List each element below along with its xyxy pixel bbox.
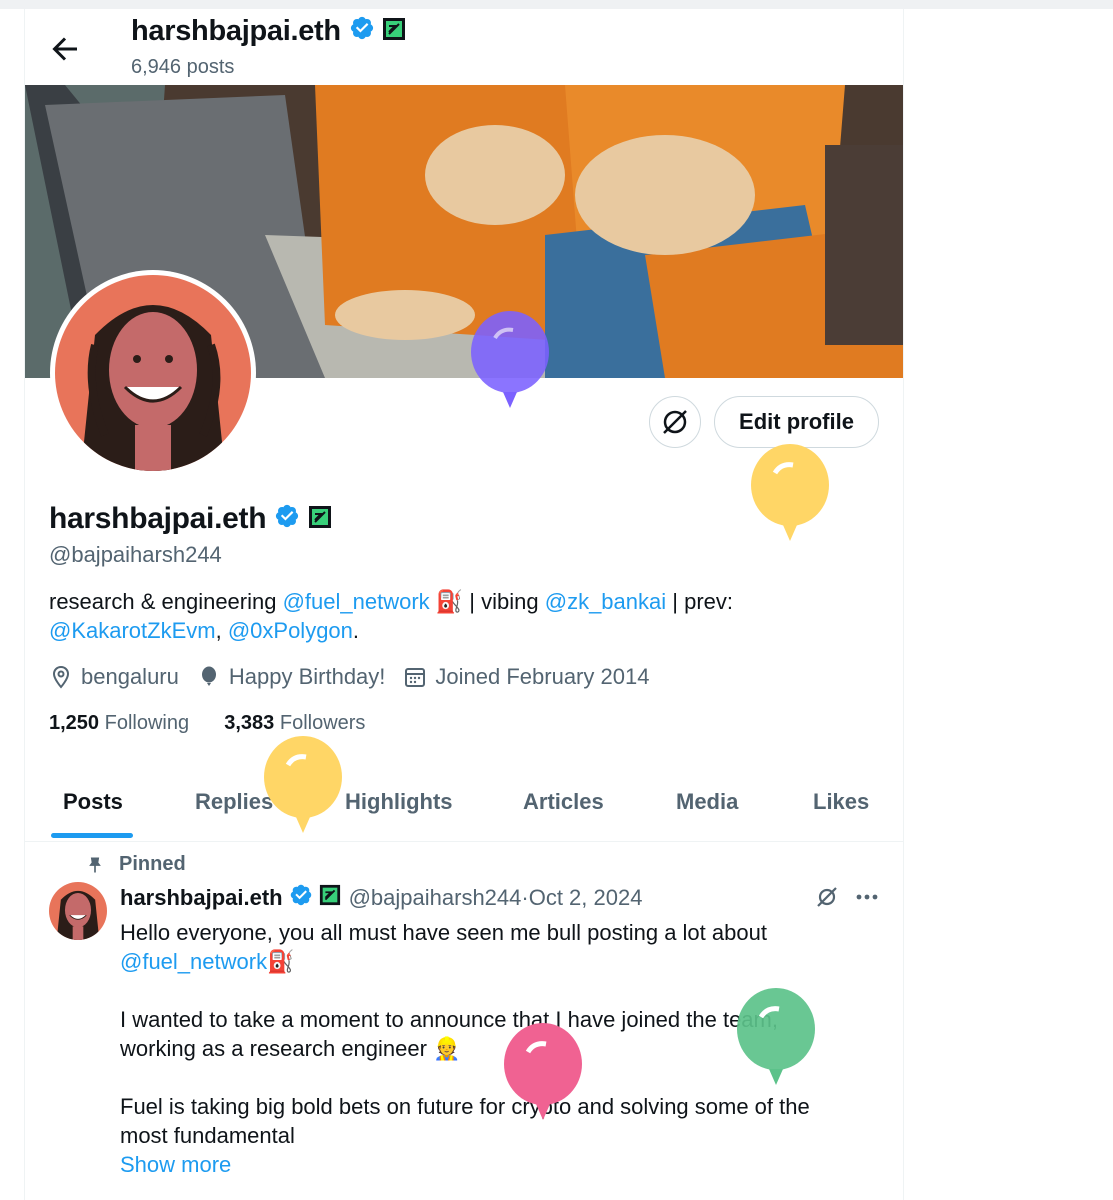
profile-avatar-frame[interactable] [50, 270, 256, 476]
bio-mention-fuel-network[interactable]: @fuel_network [283, 589, 430, 614]
tweet-author-handle[interactable]: @bajpaiharsh244 [349, 885, 522, 911]
affiliate-badge-icon [382, 16, 406, 49]
header-title: harshbajpai.eth [131, 15, 406, 49]
profile-name-row: harshbajpai.eth [49, 502, 332, 537]
profile-header: harshbajpai.eth 6,946 posts [25, 9, 903, 85]
active-tab-indicator [51, 833, 133, 838]
balloon-icon [201, 666, 216, 686]
bio-text: , [215, 618, 228, 643]
calendar-icon [405, 668, 426, 687]
verified-badge-icon[interactable] [274, 503, 300, 537]
profile-bio: research & engineering @fuel_network ⛽ |… [49, 587, 869, 645]
profile-handle: @bajpaiharsh244 [49, 542, 222, 567]
bio-text: | vibing [463, 589, 545, 614]
header-name: harshbajpai.eth [131, 15, 341, 47]
tweet-text: I wanted to take a moment to announce th… [120, 1007, 778, 1032]
tweet-actions-top [813, 883, 881, 911]
bio-text: . [352, 618, 360, 643]
tweet-text: most fundamental [120, 1123, 295, 1148]
edit-profile-button[interactable]: Edit profile [714, 396, 879, 448]
joined-text: Joined February 2014 [435, 664, 650, 689]
tab-media[interactable]: Media [676, 789, 738, 815]
construction-worker-emoji: 👷 [426, 1036, 461, 1061]
followers-count: 3,383 [224, 712, 275, 734]
tweet-date[interactable]: Oct 2, 2024 [529, 885, 643, 911]
birthday-item: Happy Birthday! [197, 664, 386, 690]
tweet-text: Fuel is taking big bold bets on future f… [120, 1094, 810, 1119]
tab-highlights[interactable]: Highlights [345, 789, 453, 815]
location-item: bengaluru [49, 664, 179, 690]
location-icon [52, 665, 70, 689]
tweet-text: working as a research engineer [120, 1036, 427, 1061]
bio-mention-kakarot[interactable]: @KakarotZkEvm [49, 618, 216, 643]
following-label: Following [104, 712, 190, 734]
grok-icon [663, 410, 687, 434]
bio-mention-zk-bankai[interactable]: @zk_bankai [545, 589, 666, 614]
followers-label: Followers [279, 712, 366, 734]
joined-item: Joined February 2014 [403, 664, 649, 690]
balloon-icon[interactable] [502, 1022, 584, 1124]
balloon-icon[interactable] [469, 310, 551, 412]
affiliate-badge-icon [319, 884, 341, 912]
grok-icon[interactable] [813, 883, 841, 911]
following-link[interactable]: 1,250 Following [49, 712, 189, 734]
tweet-header: harshbajpai.eth @bajpaiharsh244 · Oct 2,… [120, 883, 642, 913]
profile-meta: bengaluru Happy Birthday! Joined Februar… [49, 664, 667, 690]
tweet-date-separator: · [521, 885, 529, 910]
more-icon[interactable] [853, 883, 881, 911]
bio-mention-polygon[interactable]: @0xPolygon [228, 618, 353, 643]
fuel-pump-emoji: ⛽ [429, 589, 464, 614]
window-top-strip [0, 0, 1113, 9]
location-text: bengaluru [81, 664, 179, 689]
grok-analyze-button[interactable] [649, 396, 701, 448]
pin-icon [89, 857, 101, 872]
verified-badge-icon [289, 883, 313, 913]
balloon-icon[interactable] [262, 735, 344, 837]
balloon-icon[interactable] [749, 443, 831, 545]
profile-stats: 1,250 Following 3,383 Followers [49, 712, 365, 735]
bio-text: | prev: [666, 589, 733, 614]
back-arrow-icon[interactable] [47, 31, 83, 67]
pinned-indicator: Pinned [85, 853, 186, 876]
bio-text: research & engineering [49, 589, 283, 614]
posts-count: 6,946 posts [131, 56, 235, 78]
tweet-author-name[interactable]: harshbajpai.eth [120, 885, 283, 911]
tab-posts[interactable]: Posts [63, 789, 123, 815]
verified-badge-icon [349, 15, 375, 49]
profile-avatar [55, 275, 251, 471]
fuel-pump-emoji: ⛽ [267, 949, 295, 974]
pinned-label: Pinned [119, 853, 186, 875]
profile-tabs: Posts Replies Highlights Articles Media … [25, 769, 903, 842]
birthday-text: Happy Birthday! [228, 664, 386, 689]
tweet-text: Hello everyone, you all must have seen m… [120, 920, 767, 945]
tweet-author-avatar[interactable] [49, 882, 107, 940]
affiliate-badge-icon[interactable] [308, 503, 332, 537]
show-more-link[interactable]: Show more [120, 1152, 231, 1177]
following-count: 1,250 [49, 712, 100, 734]
tab-likes[interactable]: Likes [813, 789, 869, 815]
tweet-mention-fuel-network[interactable]: @fuel_network [120, 949, 267, 974]
profile-name: harshbajpai.eth [49, 502, 267, 535]
followers-link[interactable]: 3,383 Followers [224, 712, 365, 734]
tab-articles[interactable]: Articles [523, 789, 604, 815]
balloon-icon[interactable] [735, 987, 817, 1089]
